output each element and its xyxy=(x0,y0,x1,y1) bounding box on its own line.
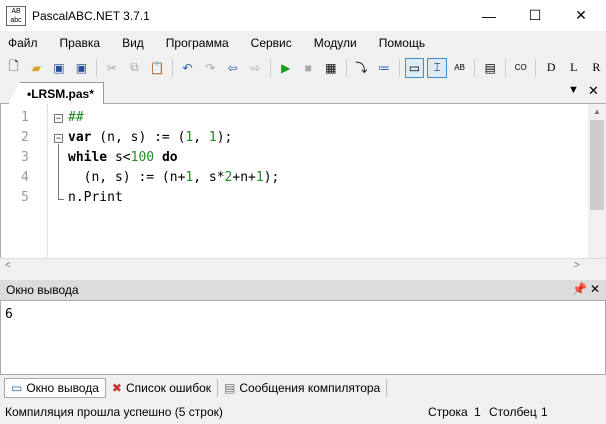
tab-errors[interactable]: ✖ Список ошибок xyxy=(106,378,219,397)
separator xyxy=(535,58,537,77)
code-line-1: ## xyxy=(68,110,84,125)
menu-edit[interactable]: Правка xyxy=(60,36,101,50)
messages-icon: ▤ xyxy=(224,380,236,395)
output-icon: ▭ xyxy=(11,380,23,395)
horizontal-scrollbar[interactable]: < > xyxy=(0,258,606,274)
menu-view[interactable]: Вид xyxy=(122,36,144,50)
line-number: 4 xyxy=(21,170,29,185)
redo-icon[interactable]: ↷ xyxy=(200,58,220,78)
bottom-tabs: ▭ Окно вывода ✖ Список ошибок ▤ Сообщения к… xyxy=(0,377,606,398)
separator xyxy=(96,58,98,77)
close-button[interactable]: ✕ xyxy=(558,0,604,31)
menu-service[interactable]: Сервис xyxy=(251,36,292,50)
scroll-left-icon[interactable]: < xyxy=(5,260,11,271)
maximize-button[interactable]: ☐ xyxy=(512,0,558,31)
row-value: 1 xyxy=(474,405,481,419)
fold-toggle-icon[interactable]: − xyxy=(54,134,63,143)
separator xyxy=(504,58,506,77)
scroll-up-icon[interactable]: ▲ xyxy=(588,107,606,116)
tab-output[interactable]: ▭ Окно вывода xyxy=(4,377,106,398)
col-value: 1 xyxy=(541,405,548,419)
row-label: Строка xyxy=(428,405,468,419)
compile-icon[interactable]: ▦ xyxy=(321,58,341,78)
separator xyxy=(269,58,271,77)
title-bar: AB abc PascalABC.NET 3.7.1 — ☐ ✕ xyxy=(0,0,606,31)
code-line-3: while s<100 do xyxy=(68,150,178,165)
open-folder-icon[interactable]: ▰ xyxy=(27,58,47,78)
code-line-2: var (n, s) := (1, 1); xyxy=(68,130,233,145)
fold-toggle-icon[interactable]: − xyxy=(54,114,63,123)
line-number: 5 xyxy=(21,190,29,205)
output-text[interactable]: 6 xyxy=(0,300,606,375)
save-all-icon[interactable]: ▣ xyxy=(72,58,92,78)
cut-icon[interactable]: ✂ xyxy=(102,58,122,78)
tab-lrsm[interactable]: •LRSM.pas* xyxy=(8,82,104,104)
paste-icon[interactable]: 📋 xyxy=(147,58,167,78)
menu-bar: Файл Правка Вид Программа Сервис Модули … xyxy=(0,31,606,55)
close-panel-icon[interactable]: ✕ xyxy=(590,282,600,296)
copy-icon[interactable]: ⧉ xyxy=(125,58,145,78)
fold-line xyxy=(58,144,64,200)
code-editor[interactable]: 1 2 3 4 5 − − ## var (n, s) := (1, 1); w… xyxy=(0,104,606,258)
tab-bar: •LRSM.pas* ▼ ✕ xyxy=(0,80,606,104)
line-number: 2 xyxy=(21,130,29,145)
new-file-icon[interactable]: 🗋 xyxy=(4,58,24,78)
template-r-icon[interactable]: R xyxy=(587,58,606,78)
format2-icon[interactable]: ⇨ xyxy=(245,58,265,78)
scroll-right-icon[interactable]: > xyxy=(574,260,580,271)
line-number: 3 xyxy=(21,150,29,165)
error-list-icon: ✖ xyxy=(111,380,122,395)
template-d-icon[interactable]: D xyxy=(541,58,561,78)
status-bar: Компиляция прошла успешно (5 строк) Стро… xyxy=(0,400,606,424)
code-icon[interactable]: CO xyxy=(511,58,531,78)
run-icon[interactable]: ▶ xyxy=(276,58,296,78)
line-number: 1 xyxy=(21,110,29,125)
menu-program[interactable]: Программа xyxy=(166,36,229,50)
separator xyxy=(345,58,347,77)
output-panel-header: Окно вывода 📌 ✕ xyxy=(0,280,606,300)
app-logo-icon: AB abc xyxy=(6,5,26,26)
status-message: Компиляция прошла успешно (5 строк) xyxy=(5,405,223,419)
tab-list-chevron-icon[interactable]: ▼ xyxy=(568,84,579,96)
input-window-icon[interactable]: ⌶ xyxy=(427,57,447,78)
code-line-5: n.Print xyxy=(68,190,123,205)
step-over-icon[interactable]: ≔ xyxy=(374,58,394,78)
undo-icon[interactable]: ↶ xyxy=(178,58,198,78)
stop-icon[interactable]: ■ xyxy=(299,58,319,78)
menu-file[interactable]: Файл xyxy=(8,36,38,50)
format-icon[interactable]: ⇦ xyxy=(223,58,243,78)
document-icon[interactable]: ▤ xyxy=(480,58,500,78)
col-label: Столбец xyxy=(489,405,537,419)
separator xyxy=(398,58,400,77)
toolbar: 🗋 ▰ ▣ ▣ ✂ ⧉ 📋 ↶ ↷ ⇦ ⇨ ▶ ■ ▦ ⤵ ≔ ▭ ⌶ AB ▤… xyxy=(0,55,606,80)
gutter-divider xyxy=(47,104,48,258)
close-tab-icon[interactable]: ✕ xyxy=(588,83,599,99)
save-icon[interactable]: ▣ xyxy=(49,58,69,78)
separator xyxy=(171,58,173,77)
window-title: PascalABC.NET 3.7.1 xyxy=(32,8,150,23)
output-panel-title: Окно вывода xyxy=(6,283,79,297)
code-line-4: (n, s) := (n+1, s*2+n+1); xyxy=(68,170,280,185)
tab-label: Сообщения компилятора xyxy=(239,380,381,395)
separator xyxy=(474,58,476,77)
scroll-thumb[interactable] xyxy=(590,120,604,210)
vertical-scrollbar[interactable]: ▲ xyxy=(588,104,606,258)
pin-icon[interactable]: 📌 xyxy=(572,282,587,296)
step-into-icon[interactable]: ⤵ xyxy=(352,58,372,78)
tab-label: Окно вывода xyxy=(26,380,99,395)
tab-label: Список ошибок xyxy=(125,380,212,395)
spell-icon[interactable]: AB xyxy=(450,58,470,78)
menu-help[interactable]: Помощь xyxy=(379,36,425,50)
tab-compiler-messages[interactable]: ▤ Сообщения компилятора xyxy=(218,378,388,397)
minimize-button[interactable]: — xyxy=(466,0,512,31)
template-l-icon[interactable]: L xyxy=(564,58,584,78)
output-window-icon[interactable]: ▭ xyxy=(404,57,425,78)
menu-modules[interactable]: Модули xyxy=(314,36,357,50)
